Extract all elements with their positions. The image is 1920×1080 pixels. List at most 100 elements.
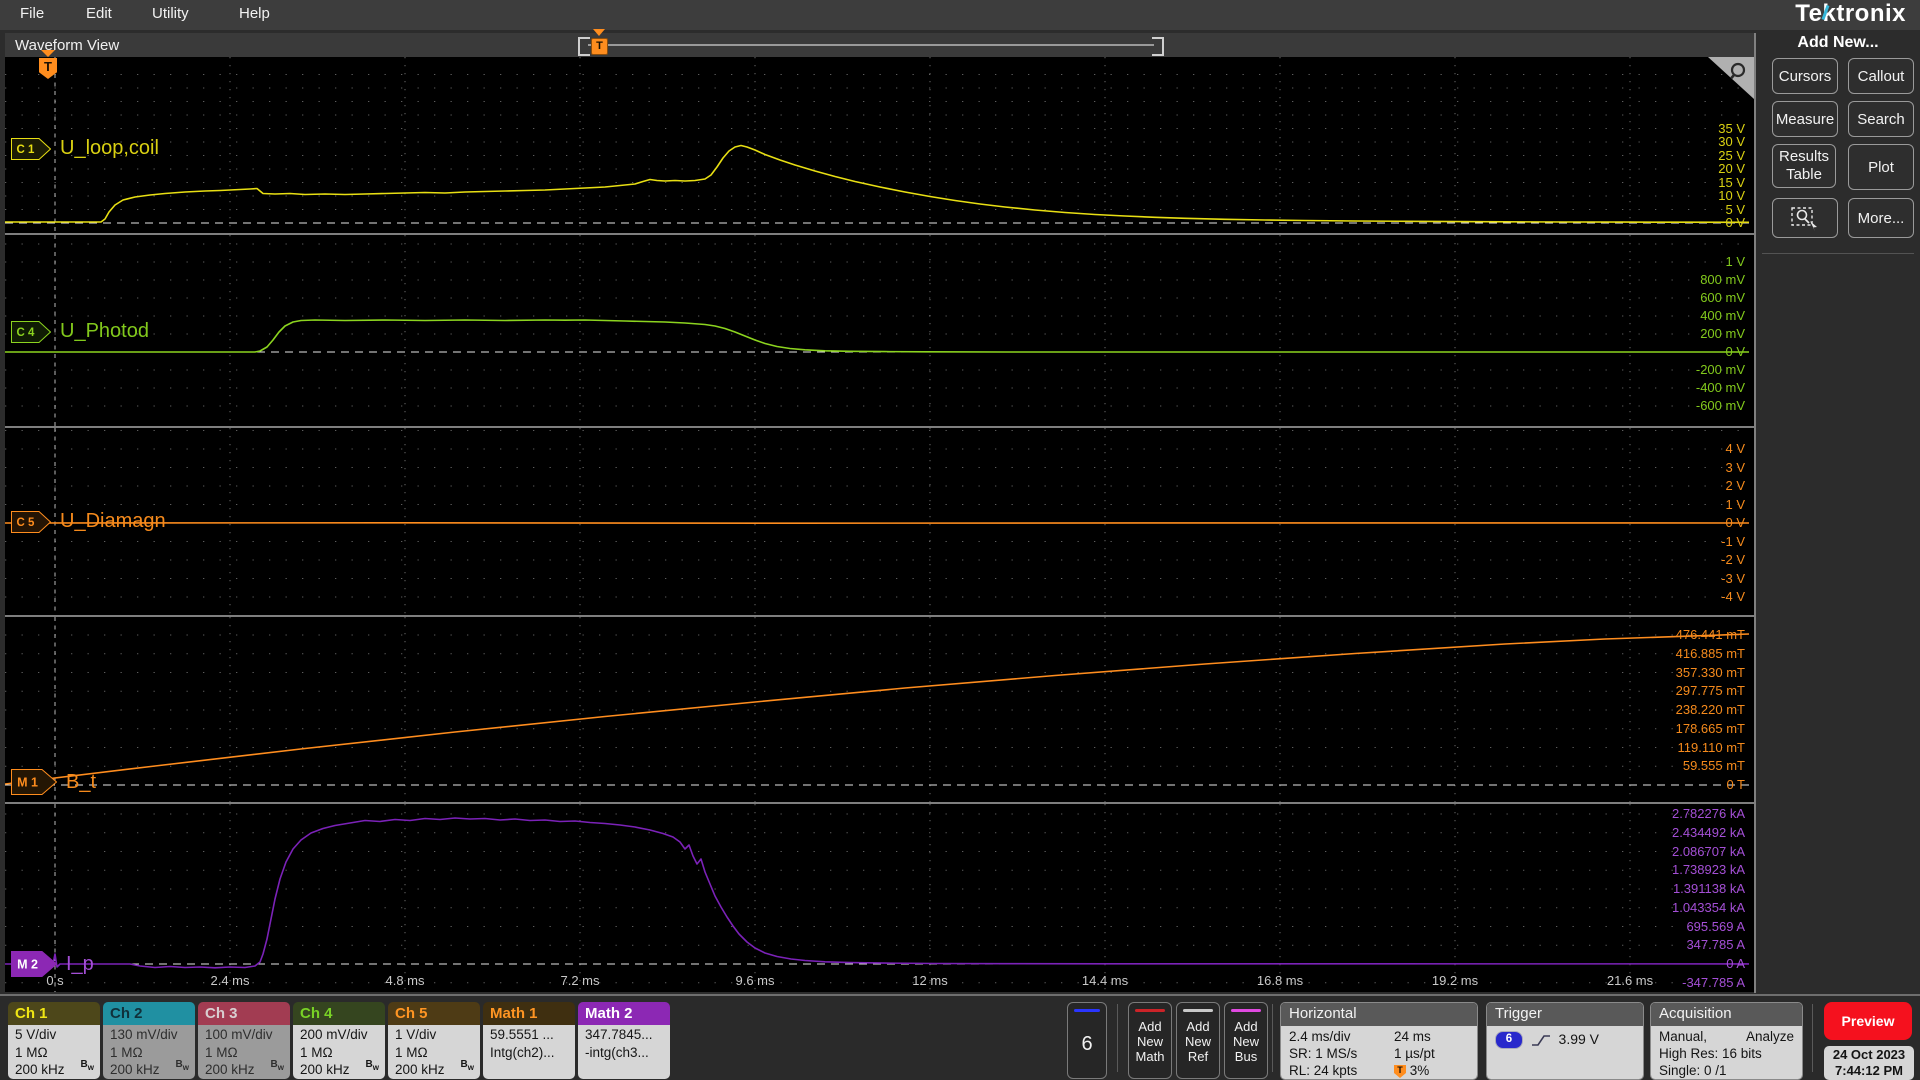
axis-label: -3 V bbox=[1721, 570, 1745, 586]
menu-file[interactable]: File bbox=[14, 5, 50, 22]
axis-label: -200 mV bbox=[1695, 362, 1745, 377]
trace-ch4 bbox=[5, 319, 1749, 353]
axis-label: -2 V bbox=[1721, 552, 1745, 567]
axis-label: 178.665 mT bbox=[1675, 720, 1745, 736]
add-new-bus-button[interactable]: Add New Bus bbox=[1224, 1002, 1268, 1079]
trigger-position-triangle-icon bbox=[41, 50, 55, 57]
slice-ch5[interactable]: 4 V 3 V 2 V 1 V 0 V -1 V -2 V -3 V -4 V bbox=[5, 428, 1754, 615]
time-label: 19.2 ms bbox=[1431, 973, 1479, 988]
axis-label: 1 V bbox=[1725, 254, 1745, 269]
slice-ch1[interactable]: 35 V 30 V 25 V 20 V 15 V 10 V 5 V 0 V bbox=[5, 57, 1754, 233]
menu-edit[interactable]: Edit bbox=[80, 5, 118, 22]
side-panel: Add New... Cursors Callout Measure Searc… bbox=[1756, 30, 1920, 993]
channel-name-ch1: U_loop,coil bbox=[60, 137, 159, 159]
add-new-math-button[interactable]: Add New Math bbox=[1128, 1002, 1172, 1079]
ch6-button[interactable]: 6 bbox=[1067, 1002, 1107, 1079]
time-label: 14.4 ms bbox=[1081, 973, 1129, 988]
bandwidth-limit-indicator: Bw bbox=[80, 1058, 94, 1072]
svg-text:M 1: M 1 bbox=[17, 776, 38, 790]
channel-name-math1: B_t bbox=[66, 770, 97, 793]
axis-label: 238.220 mT bbox=[1675, 702, 1745, 717]
more-button[interactable]: More... bbox=[1848, 198, 1914, 238]
horizontal-panel[interactable]: Horizontal 2.4 ms/div 24 ms SR: 1 MS/s 1 µ… bbox=[1280, 1002, 1478, 1080]
badge-ch5[interactable]: C 5 bbox=[11, 510, 51, 533]
trigger-panel[interactable]: Trigger 6 3.99 V bbox=[1486, 1002, 1644, 1080]
bandwidth-limit-indicator: Bw bbox=[270, 1058, 284, 1072]
axis-label: -1 V bbox=[1721, 533, 1745, 549]
search-button[interactable]: Search bbox=[1848, 101, 1914, 137]
menu-help[interactable]: Help bbox=[233, 5, 276, 22]
acquisition-panel[interactable]: Acquisition Manual, Analyze High Res: 16 … bbox=[1650, 1002, 1803, 1080]
axis-label: 2.434492 kA bbox=[1671, 824, 1745, 840]
axis-label: 600 mV bbox=[1700, 290, 1745, 305]
axis-label: 695.569 A bbox=[1686, 918, 1745, 934]
math-color-bar bbox=[1135, 1009, 1165, 1012]
ch6-color-bar bbox=[1074, 1009, 1100, 1012]
waveform-display[interactable]: 35 V 30 V 25 V 20 V 15 V 10 V 5 V 0 V 1 … bbox=[5, 57, 1754, 992]
settings-bar: Ch 1 5 V/div 1 MΩ 200 kHz Bw Ch 2 130 mV… bbox=[0, 994, 1920, 1080]
horizontal-overview-scrollbar[interactable]: T bbox=[578, 29, 1164, 56]
results-table-button[interactable]: Results Table bbox=[1772, 144, 1836, 188]
menu-utility[interactable]: Utility bbox=[146, 5, 195, 22]
callout-button[interactable]: Callout bbox=[1848, 58, 1914, 94]
channel-row-ch5: C 5 U_Diamagn bbox=[11, 510, 166, 533]
zoom-select-button[interactable] bbox=[1772, 198, 1838, 238]
ch4-settings-badge[interactable]: Ch 4 200 mV/div 1 MΩ 200 kHz Bw bbox=[293, 1002, 385, 1079]
time-label: 2.4 ms bbox=[210, 973, 250, 988]
svg-text:C 4: C 4 bbox=[17, 327, 36, 339]
axis-label: -347.785 A bbox=[1682, 974, 1745, 990]
tektronix-logo: Tektronix bbox=[1795, 0, 1906, 27]
axis-label: 297.775 mT bbox=[1675, 683, 1745, 699]
axis-label: 119.110 mT bbox=[1677, 739, 1745, 755]
trace-math1 bbox=[5, 633, 1750, 785]
overview-trigger-marker[interactable]: T bbox=[591, 38, 608, 55]
rising-edge-icon bbox=[1531, 1035, 1550, 1046]
separator bbox=[1272, 1004, 1273, 1072]
axis-label: 357.330 mT bbox=[1675, 664, 1745, 680]
preview-button[interactable]: Preview bbox=[1824, 1002, 1912, 1040]
svg-text:M 2: M 2 bbox=[17, 958, 38, 972]
slice-math1[interactable]: 476.441 mT 416.885 mT 357.330 mT 297.775… bbox=[5, 617, 1754, 802]
badge-ch1[interactable]: C 1 bbox=[11, 137, 51, 160]
math1-settings-badge[interactable]: Math 1 59.5551 ... Intg(ch2)... bbox=[483, 1002, 575, 1079]
axis-label: 1.391138 kA bbox=[1672, 881, 1745, 896]
ch2-settings-badge[interactable]: Ch 2 130 mV/div 1 MΩ 200 kHz Bw bbox=[103, 1002, 195, 1079]
badge-math1[interactable]: M 1 bbox=[11, 769, 57, 795]
measure-button[interactable]: Measure bbox=[1772, 101, 1838, 137]
time-label: 16.8 ms bbox=[1256, 973, 1304, 988]
ch5-settings-badge[interactable]: Ch 5 1 V/div 1 MΩ 200 kHz Bw bbox=[388, 1002, 480, 1079]
axis-label: -400 mV bbox=[1695, 380, 1745, 395]
time-label: 12 ms bbox=[912, 973, 948, 988]
cursors-button[interactable]: Cursors bbox=[1772, 58, 1838, 94]
time-label: 7.2 ms bbox=[560, 973, 600, 988]
math2-settings-badge[interactable]: Math 2 347.7845... -intg(ch3... bbox=[578, 1002, 670, 1079]
svg-text:C 1: C 1 bbox=[17, 144, 36, 156]
badge-ch4[interactable]: C 4 bbox=[11, 320, 51, 343]
trace-ch1 bbox=[5, 144, 1750, 224]
overview-left-bracket[interactable] bbox=[578, 37, 590, 56]
bandwidth-limit-indicator: Bw bbox=[175, 1058, 189, 1072]
axis-label: -600 mV bbox=[1695, 398, 1745, 413]
add-new-title: Add New... bbox=[1797, 34, 1879, 51]
axis-label: 1 V bbox=[1725, 496, 1745, 512]
view-title: Waveform View bbox=[15, 37, 120, 54]
overview-trigger-triangle-icon bbox=[593, 29, 605, 36]
add-new-ref-button[interactable]: Add New Ref bbox=[1176, 1002, 1220, 1079]
slice-ch4[interactable]: 1 V 800 mV 600 mV 400 mV 200 mV 0 V -200… bbox=[5, 235, 1754, 426]
ch1-settings-badge[interactable]: Ch 1 5 V/div 1 MΩ 200 kHz Bw bbox=[8, 1002, 100, 1079]
overview-right-bracket[interactable] bbox=[1152, 37, 1164, 56]
ch3-settings-badge[interactable]: Ch 3 100 mV/div 1 MΩ 200 kHz Bw bbox=[198, 1002, 290, 1079]
channel-row-ch1: C 1 U_loop,coil bbox=[11, 137, 159, 160]
axis-label: 3 V bbox=[1725, 459, 1745, 475]
bandwidth-limit-indicator: Bw bbox=[460, 1058, 474, 1072]
axis-label: 347.785 A bbox=[1686, 937, 1745, 953]
axis-label: 1.043354 kA bbox=[1671, 899, 1745, 915]
channel-row-ch4: C 4 U_Photod bbox=[11, 320, 149, 343]
ref-color-bar bbox=[1183, 1009, 1213, 1012]
badge-math2[interactable]: M 2 bbox=[11, 951, 57, 977]
axis-label: 200 mV bbox=[1700, 326, 1745, 341]
plot-button[interactable]: Plot bbox=[1848, 144, 1914, 190]
datetime-display[interactable]: 24 Oct 2023 7:44:12 PM bbox=[1824, 1046, 1914, 1080]
slice-math2[interactable]: 2.782276 kA 2.434492 kA 2.086707 kA 1.73… bbox=[5, 804, 1754, 992]
separator bbox=[1117, 1004, 1118, 1072]
